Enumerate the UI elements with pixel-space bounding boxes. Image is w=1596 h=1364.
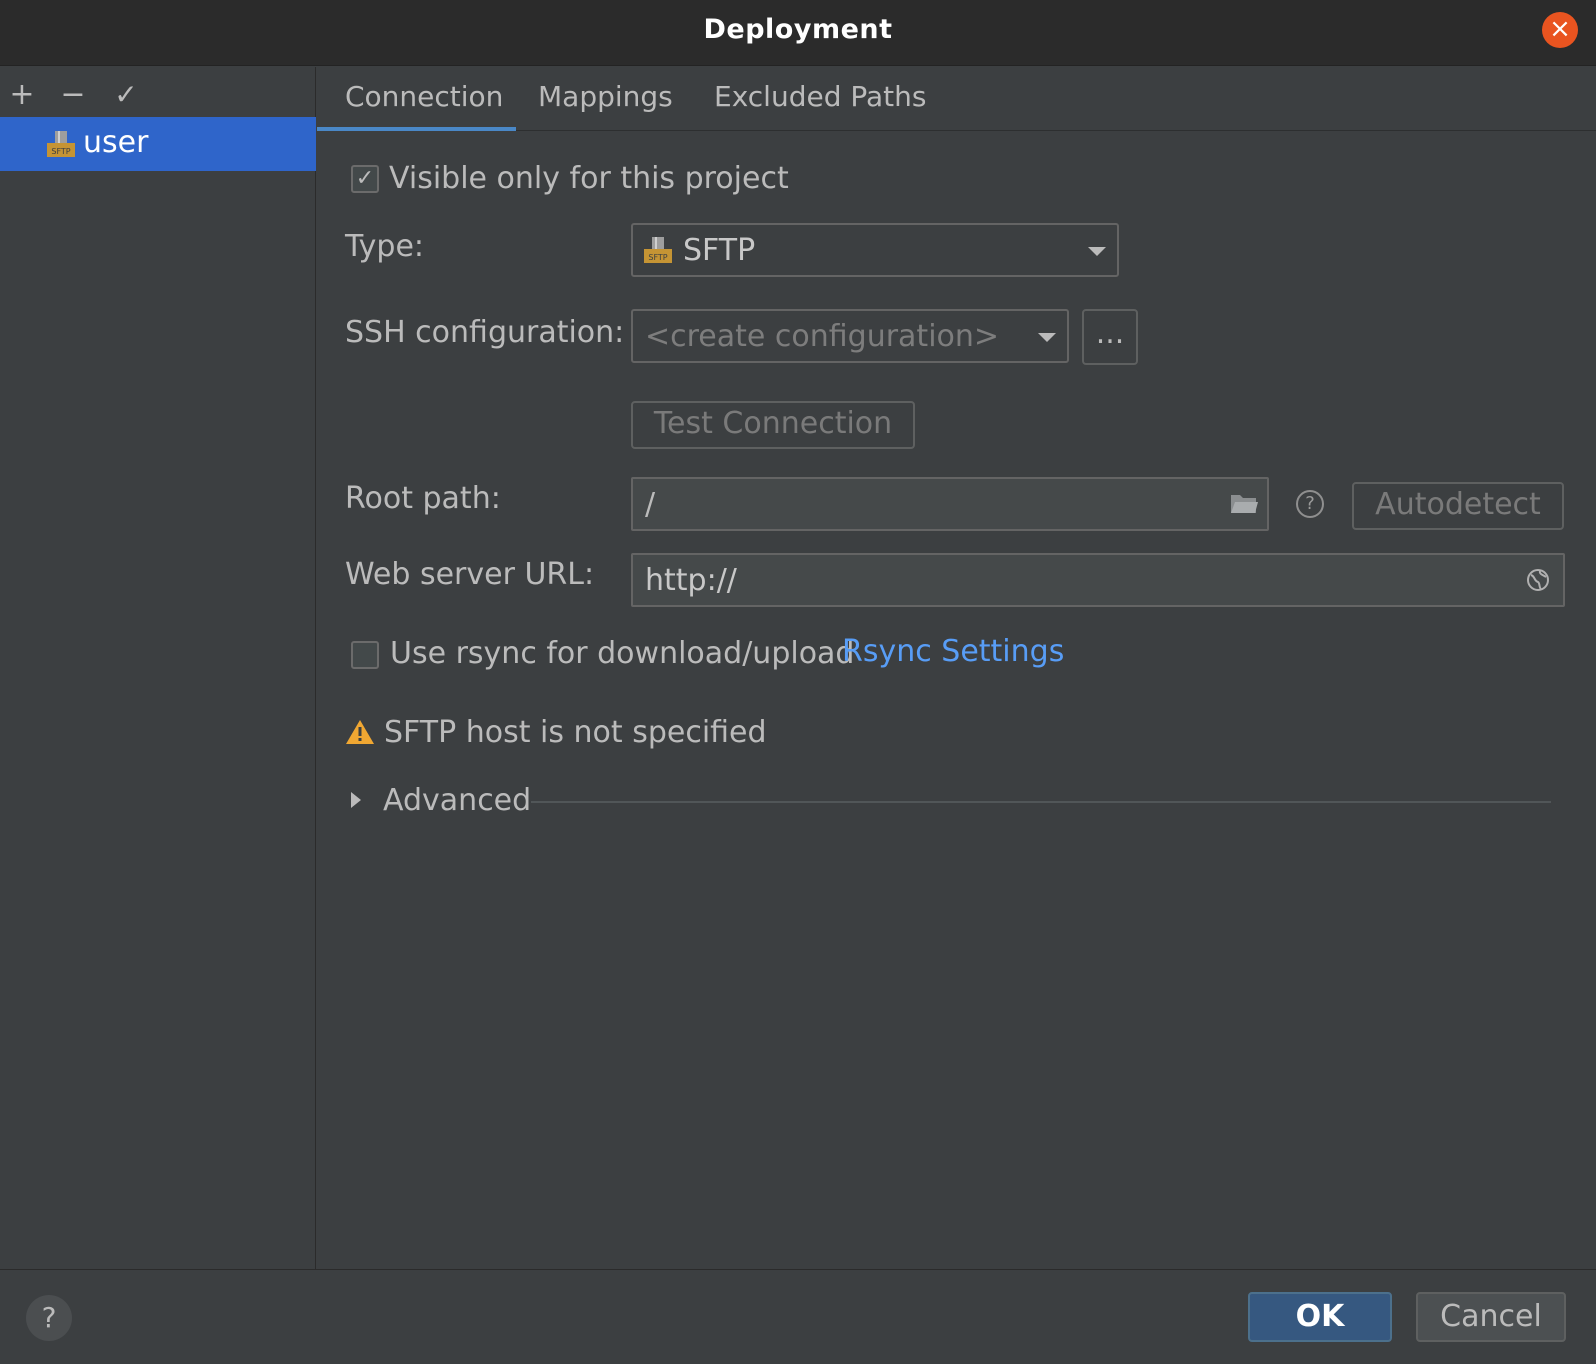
sidebar-item-user[interactable]: SFTP user bbox=[0, 117, 316, 171]
apply-button[interactable]: ✓ bbox=[106, 75, 146, 115]
root-path-label: Root path: bbox=[345, 481, 501, 516]
folder-icon[interactable] bbox=[1229, 491, 1259, 517]
remove-button[interactable]: − bbox=[53, 75, 93, 115]
visible-only-label: Visible only for this project bbox=[389, 161, 789, 196]
use-rsync-label: Use rsync for download/upload bbox=[390, 636, 855, 671]
footer: ? OK Cancel bbox=[0, 1269, 1596, 1364]
ssh-browse-button[interactable]: ... bbox=[1082, 309, 1138, 365]
tab-connection[interactable]: Connection bbox=[317, 77, 516, 131]
root-path-field[interactable]: / bbox=[631, 477, 1269, 531]
advanced-divider bbox=[531, 801, 1551, 803]
svg-text:SFTP: SFTP bbox=[51, 147, 70, 156]
web-server-url-field[interactable]: http:// bbox=[631, 553, 1565, 607]
sidebar: + − ✓ SFTP user bbox=[0, 67, 316, 1269]
cancel-button[interactable]: Cancel bbox=[1416, 1292, 1566, 1342]
ssh-configuration-label: SSH configuration: bbox=[345, 315, 625, 350]
close-button[interactable]: × bbox=[1542, 12, 1578, 48]
root-path-value: / bbox=[645, 487, 656, 522]
visible-only-checkbox[interactable]: ✓ bbox=[351, 165, 379, 193]
chevron-down-icon bbox=[1088, 247, 1106, 256]
globe-icon[interactable] bbox=[1526, 568, 1550, 592]
warning-message: SFTP host is not specified bbox=[384, 715, 767, 750]
sftp-server-icon: SFTP bbox=[47, 131, 75, 157]
close-icon: × bbox=[1549, 14, 1571, 44]
type-value: SFTP bbox=[683, 233, 756, 268]
type-combobox[interactable]: SFTP SFTP bbox=[631, 223, 1119, 277]
ssh-configuration-value: <create configuration> bbox=[645, 319, 1000, 354]
advanced-section-toggle[interactable]: Advanced bbox=[383, 783, 531, 818]
svg-text:SFTP: SFTP bbox=[648, 253, 667, 262]
sidebar-item-label: user bbox=[83, 125, 149, 160]
ssh-configuration-combobox[interactable]: <create configuration> bbox=[631, 309, 1069, 363]
window-title: Deployment bbox=[703, 14, 893, 45]
connection-panel: Connection Mappings Excluded Paths ✓ Vis… bbox=[317, 67, 1596, 1269]
tab-excluded-paths[interactable]: Excluded Paths bbox=[714, 77, 926, 131]
help-circle-icon[interactable]: ? bbox=[1296, 490, 1324, 518]
test-connection-button[interactable]: Test Connection bbox=[631, 401, 915, 449]
add-button[interactable]: + bbox=[2, 75, 42, 115]
sftp-icon: SFTP bbox=[644, 237, 672, 263]
tab-mappings[interactable]: Mappings bbox=[538, 77, 673, 131]
autodetect-button[interactable]: Autodetect bbox=[1352, 482, 1564, 530]
tab-bar: Connection Mappings Excluded Paths bbox=[317, 67, 1596, 131]
help-button[interactable]: ? bbox=[26, 1295, 72, 1341]
chevron-down-icon bbox=[1038, 333, 1056, 342]
chevron-right-icon[interactable] bbox=[351, 792, 361, 808]
rsync-settings-link[interactable]: Rsync Settings bbox=[842, 634, 1064, 669]
type-label: Type: bbox=[345, 229, 425, 264]
web-server-url-label: Web server URL: bbox=[345, 557, 595, 592]
web-server-url-value: http:// bbox=[645, 563, 737, 598]
warning-icon bbox=[346, 720, 374, 744]
ok-button[interactable]: OK bbox=[1248, 1292, 1392, 1342]
title-bar: Deployment × bbox=[0, 0, 1596, 66]
use-rsync-checkbox[interactable] bbox=[351, 641, 379, 669]
